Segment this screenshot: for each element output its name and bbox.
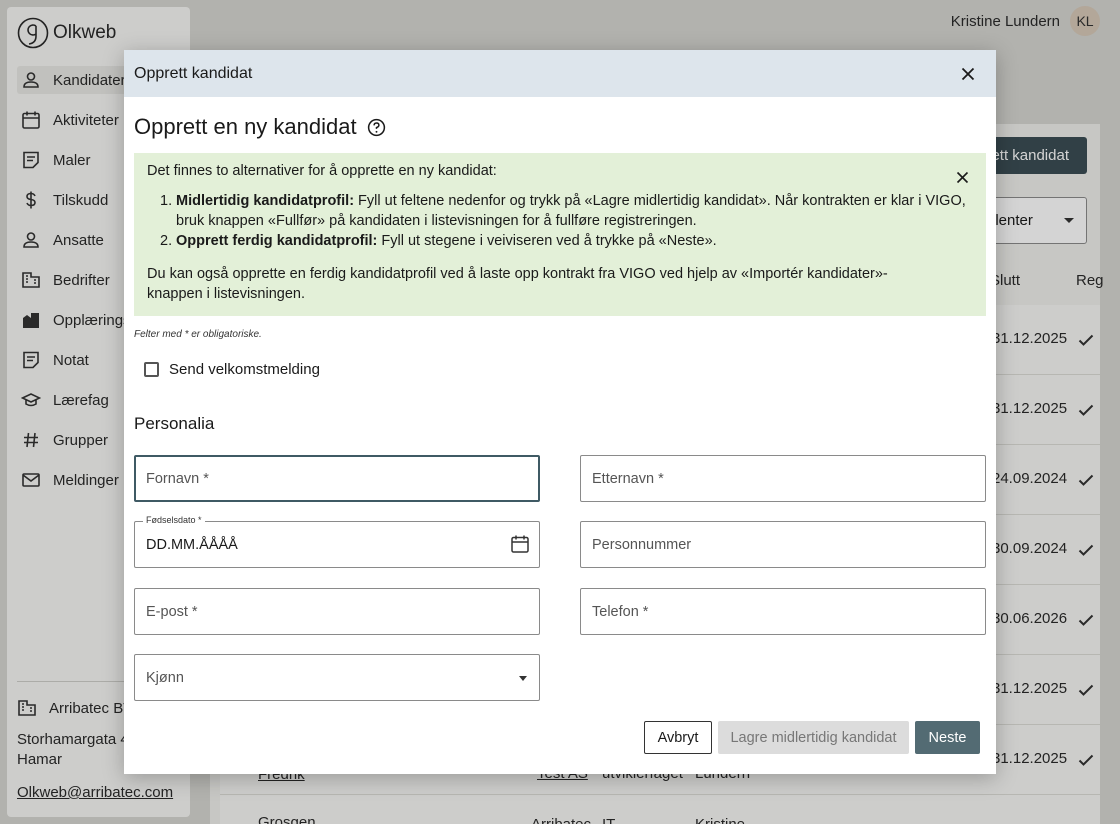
last-name-placeholder: Etternavn *: [592, 470, 664, 487]
next-button[interactable]: Neste: [915, 721, 980, 754]
required-fields-note: Felter med * er obligatoriske.: [134, 329, 262, 340]
list-text: Midlertidig kandidatprofil: Fyll ut felt…: [176, 191, 973, 231]
first-name-field[interactable]: Fornavn *: [134, 455, 540, 502]
list-number: 2.: [160, 233, 173, 249]
dialog-title: Opprett kandidat: [134, 64, 253, 82]
info-alert: Det finnes to alternativer for å opprett…: [134, 153, 986, 316]
phone-placeholder: Telefon *: [592, 603, 649, 620]
close-icon[interactable]: [956, 171, 969, 184]
list-text: Opprett ferdig kandidatprofil: Fyll ut s…: [176, 231, 717, 251]
calendar-icon[interactable]: [510, 534, 530, 554]
list-item-bold: Midlertidig kandidatprofil:: [176, 193, 355, 209]
welcome-message-checkbox[interactable]: [144, 362, 159, 377]
cancel-button[interactable]: Avbryt: [644, 721, 712, 754]
personal-number-field[interactable]: Personnummer: [580, 521, 986, 568]
birth-date-field[interactable]: Fødselsdato * DD.MM.ÅÅÅÅ: [134, 515, 540, 568]
save-temporary-button[interactable]: Lagre midlertidig kandidat: [718, 721, 909, 754]
create-candidate-dialog: Opprett kandidat Opprett en ny kandidat …: [124, 50, 996, 774]
email-placeholder: E-post *: [146, 603, 198, 620]
first-name-placeholder: Fornavn *: [146, 470, 209, 487]
chevron-down-icon: [519, 676, 527, 681]
page-title-text: Opprett en ny kandidat: [134, 114, 357, 139]
dialog-header: Opprett kandidat: [124, 50, 996, 97]
birth-date-label: Fødselsdato *: [143, 515, 205, 525]
last-name-field[interactable]: Etternavn *: [580, 455, 986, 502]
gender-placeholder: Kjønn: [146, 669, 184, 686]
info-intro: Det finnes to alternativer for å opprett…: [147, 163, 497, 179]
welcome-message-option[interactable]: Send velkomstmelding: [144, 361, 986, 378]
info-list-item: 1. Midlertidig kandidatprofil: Fyll ut f…: [160, 191, 973, 231]
personal-number-placeholder: Personnummer: [592, 536, 692, 553]
list-item-bold: Opprett ferdig kandidatprofil:: [176, 233, 378, 249]
info-list-item: 2. Opprett ferdig kandidatprofil: Fyll u…: [160, 231, 973, 251]
info-list: 1. Midlertidig kandidatprofil: Fyll ut f…: [160, 191, 973, 251]
dialog-body: Opprett en ny kandidat Det finnes to alt…: [124, 114, 996, 434]
close-icon[interactable]: [960, 66, 976, 82]
info-outro: Du kan også opprette en ferdig kandidatp…: [147, 266, 888, 302]
section-title: Personalia: [134, 414, 215, 433]
help-icon[interactable]: [367, 118, 386, 137]
birth-date-value: DD.MM.ÅÅÅÅ: [146, 536, 238, 553]
phone-field[interactable]: Telefon *: [580, 588, 986, 635]
list-number: 1.: [160, 193, 173, 209]
list-item-text: Fyll ut stegene i veiviseren ved å trykk…: [377, 233, 717, 249]
page-title: Opprett en ny kandidat: [134, 114, 986, 140]
checkbox-label: Send velkomstmelding: [169, 361, 320, 378]
email-field[interactable]: E-post *: [134, 588, 540, 635]
gender-select[interactable]: Kjønn: [134, 654, 540, 701]
